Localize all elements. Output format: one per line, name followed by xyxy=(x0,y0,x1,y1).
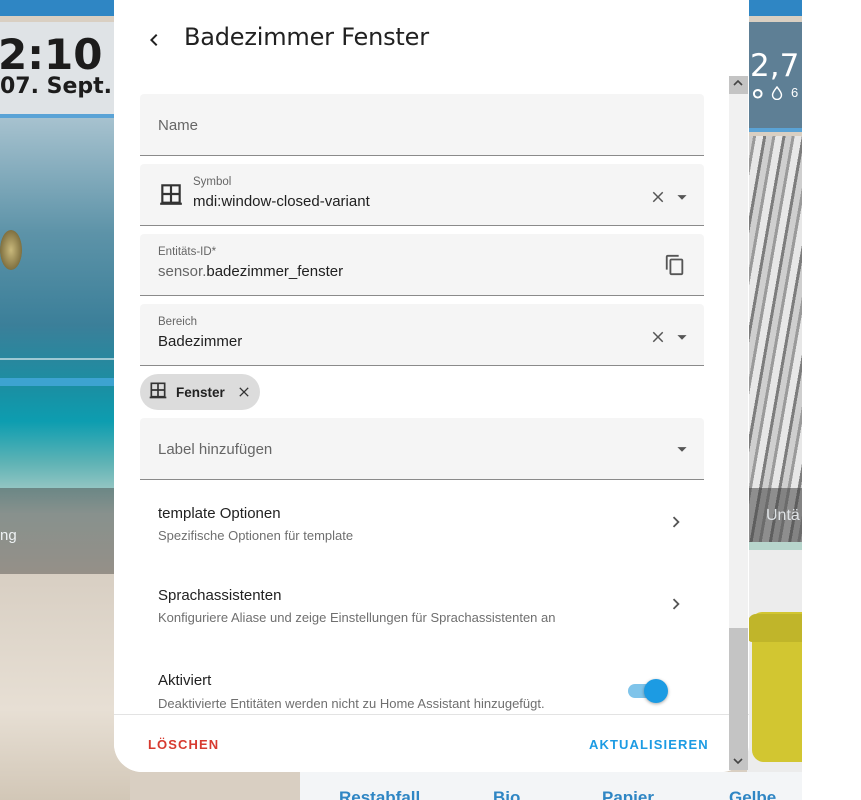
row-title: template Optionen xyxy=(158,505,281,522)
caret-down-icon xyxy=(677,195,687,200)
area-value: Badezimmer xyxy=(158,333,243,350)
label-chip-fenster[interactable]: Fenster xyxy=(140,374,260,410)
building-photo xyxy=(747,136,802,546)
weather-humidity: 6 xyxy=(791,85,799,100)
entity-id-prefix: sensor. xyxy=(158,263,207,280)
waste-label-gelbe[interactable]: Gelbe xyxy=(729,788,776,800)
area-field[interactable]: Bereich Badezimmer xyxy=(140,304,704,366)
entity-settings-dialog: Badezimmer Fenster Name Symbol mdi:windo… xyxy=(114,0,749,772)
name-field[interactable]: Name xyxy=(140,94,704,156)
scrollbar-thumb[interactable] xyxy=(729,94,748,628)
symbol-field[interactable]: Symbol mdi:window-closed-variant xyxy=(140,164,704,226)
humidity-drop-icon xyxy=(771,85,783,103)
symbol-value: mdi:window-closed-variant xyxy=(193,193,370,210)
voice-assistants-row[interactable]: Sprachassistenten Konfiguriere Aliase un… xyxy=(140,578,720,638)
remove-chip-button[interactable] xyxy=(235,383,253,401)
row-subtitle: Konfiguriere Aliase und zeige Einstellun… xyxy=(158,610,556,625)
window-closed-variant-icon xyxy=(158,181,184,207)
photo-caption-left: ng xyxy=(0,527,17,544)
window-closed-variant-icon xyxy=(148,380,168,405)
dialog-content: Name Symbol mdi:window-closed-variant En… xyxy=(114,76,729,714)
entity-id-label: Entitäts-ID* xyxy=(158,246,217,258)
enabled-title: Aktiviert xyxy=(158,672,212,689)
symbol-dropdown-button[interactable] xyxy=(670,185,694,209)
enabled-toggle[interactable] xyxy=(622,677,668,703)
close-icon xyxy=(652,331,664,343)
caret-down-icon xyxy=(677,335,687,340)
back-button[interactable] xyxy=(136,22,172,58)
area-label: Bereich xyxy=(158,316,197,328)
label-dropdown-button[interactable] xyxy=(670,437,694,461)
card-divider-right xyxy=(747,542,802,550)
entity-id-field[interactable]: Entitäts-ID* sensor.badezimmer_fenster xyxy=(140,234,704,296)
scroll-down-icon[interactable] xyxy=(733,756,743,768)
horizon-line xyxy=(0,358,130,360)
template-options-row[interactable]: template Optionen Spezifische Optionen f… xyxy=(140,496,720,556)
chip-label: Fenster xyxy=(176,384,225,400)
chevron-right-icon xyxy=(664,592,688,616)
photo-caption-band xyxy=(0,488,130,574)
entity-id-value: sensor.badezimmer_fenster xyxy=(158,263,343,280)
clock-date: 07. Sept. xyxy=(0,74,113,99)
update-button[interactable]: AKTUALISIEREN xyxy=(589,737,709,752)
bird-shape xyxy=(0,230,22,270)
sand-photo xyxy=(0,574,130,800)
photo-caption-right: Untä xyxy=(766,507,800,524)
row-title: Sprachassistenten xyxy=(158,587,282,604)
chevron-right-icon xyxy=(664,510,688,534)
row-subtitle: Spezifische Optionen für template xyxy=(158,528,354,543)
clock-time: 2:10 xyxy=(0,30,103,79)
toggle-knob xyxy=(644,679,668,703)
caret-down-icon xyxy=(677,447,687,452)
chevron-left-icon xyxy=(150,34,158,46)
delete-button[interactable]: LÖSCHEN xyxy=(148,737,219,752)
close-icon xyxy=(239,387,249,397)
copy-icon xyxy=(665,254,684,276)
dialog-title: Badezimmer Fenster xyxy=(184,23,429,51)
dialog-header: Badezimmer Fenster xyxy=(114,0,749,76)
scroll-up-icon[interactable] xyxy=(733,78,743,90)
dialog-actions: LÖSCHEN AKTUALISIEREN xyxy=(114,714,749,772)
waste-label-bio[interactable]: Bio xyxy=(493,788,520,800)
copy-entity-id-button[interactable] xyxy=(663,253,687,277)
clear-area-button[interactable] xyxy=(646,325,670,349)
waste-bin-lid xyxy=(748,614,802,642)
name-placeholder: Name xyxy=(158,117,199,134)
weather-temperature: 2,7 ° xyxy=(750,48,800,120)
waste-label-restabfall[interactable]: Restabfall xyxy=(339,788,420,800)
add-label-field[interactable]: Label hinzufügen xyxy=(140,418,704,480)
enabled-subtitle: Deaktivierte Entitäten werden nicht zu H… xyxy=(158,696,545,711)
card-divider xyxy=(0,378,130,386)
waste-label-papier[interactable]: Papier xyxy=(602,788,654,800)
clear-symbol-button[interactable] xyxy=(646,185,670,209)
symbol-label: Symbol xyxy=(193,176,232,188)
close-icon xyxy=(652,191,664,203)
entity-id-text: badezimmer_fenster xyxy=(206,263,344,280)
area-dropdown-button[interactable] xyxy=(670,325,694,349)
add-label-placeholder: Label hinzufügen xyxy=(158,441,273,458)
